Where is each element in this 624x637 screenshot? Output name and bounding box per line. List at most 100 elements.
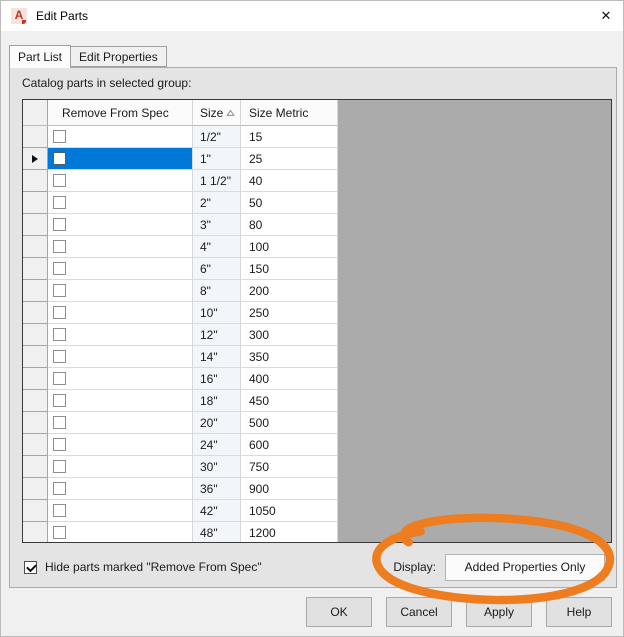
table-row[interactable]: 6" 150 (23, 258, 611, 280)
table-row[interactable]: 1/2" 15 (23, 126, 611, 148)
row-checkbox[interactable] (53, 526, 66, 539)
row-selector-cell[interactable] (23, 192, 48, 214)
table-row[interactable]: 42" 1050 (23, 500, 611, 522)
remove-from-spec-cell[interactable] (48, 214, 193, 236)
column-header-remove-from-spec[interactable]: Remove From Spec (48, 100, 193, 126)
row-selector-cell[interactable] (23, 522, 48, 542)
row-selector-cell[interactable] (23, 280, 48, 302)
table-row[interactable]: 48" 1200 (23, 522, 611, 542)
size-metric-cell[interactable]: 150 (241, 258, 338, 280)
table-row[interactable]: 4" 100 (23, 236, 611, 258)
size-cell[interactable]: 18" (193, 390, 241, 412)
close-icon[interactable]: ✕ (589, 1, 623, 31)
remove-from-spec-cell[interactable] (48, 236, 193, 258)
row-selector-cell[interactable] (23, 126, 48, 148)
row-checkbox[interactable] (53, 394, 66, 407)
size-cell[interactable]: 2" (193, 192, 241, 214)
size-metric-cell[interactable]: 500 (241, 412, 338, 434)
hide-parts-checkbox-group[interactable]: Hide parts marked "Remove From Spec" (24, 560, 262, 574)
size-cell[interactable]: 16" (193, 368, 241, 390)
row-selector-cell[interactable] (23, 478, 48, 500)
remove-from-spec-cell[interactable] (48, 126, 193, 148)
ok-button[interactable]: OK (306, 597, 372, 627)
row-checkbox[interactable] (53, 372, 66, 385)
size-cell[interactable]: 20" (193, 412, 241, 434)
size-cell[interactable]: 1/2" (193, 126, 241, 148)
table-row[interactable]: 3" 80 (23, 214, 611, 236)
remove-from-spec-cell[interactable] (48, 346, 193, 368)
remove-from-spec-cell[interactable] (48, 456, 193, 478)
size-cell[interactable]: 14" (193, 346, 241, 368)
size-cell[interactable]: 42" (193, 500, 241, 522)
row-selector-cell[interactable] (23, 500, 48, 522)
row-checkbox[interactable] (53, 262, 66, 275)
row-selector-cell[interactable] (23, 324, 48, 346)
remove-from-spec-cell[interactable] (48, 148, 193, 170)
row-checkbox[interactable] (53, 460, 66, 473)
row-selector-cell[interactable] (23, 346, 48, 368)
size-metric-cell[interactable]: 1050 (241, 500, 338, 522)
tab-edit-properties[interactable]: Edit Properties (71, 46, 167, 67)
column-header-size[interactable]: Size (193, 100, 241, 126)
table-row[interactable]: 16" 400 (23, 368, 611, 390)
size-metric-cell[interactable]: 80 (241, 214, 338, 236)
row-checkbox[interactable] (53, 504, 66, 517)
table-row[interactable]: 1 1/2" 40 (23, 170, 611, 192)
row-selector-cell[interactable] (23, 236, 48, 258)
hide-parts-checkbox[interactable] (24, 560, 37, 574)
remove-from-spec-cell[interactable] (48, 192, 193, 214)
size-metric-cell[interactable]: 200 (241, 280, 338, 302)
table-row[interactable]: 20" 500 (23, 412, 611, 434)
size-metric-cell[interactable]: 900 (241, 478, 338, 500)
row-selector-cell[interactable] (23, 412, 48, 434)
row-checkbox[interactable] (53, 196, 66, 209)
remove-from-spec-cell[interactable] (48, 368, 193, 390)
size-cell[interactable]: 36" (193, 478, 241, 500)
column-header-size-metric[interactable]: Size Metric (241, 100, 338, 126)
size-cell[interactable]: 1 1/2" (193, 170, 241, 192)
row-checkbox[interactable] (53, 350, 66, 363)
size-cell[interactable]: 8" (193, 280, 241, 302)
row-checkbox[interactable] (53, 306, 66, 319)
remove-from-spec-cell[interactable] (48, 324, 193, 346)
table-row[interactable]: 14" 350 (23, 346, 611, 368)
table-row[interactable]: 8" 200 (23, 280, 611, 302)
row-checkbox[interactable] (53, 284, 66, 297)
cancel-button[interactable]: Cancel (386, 597, 452, 627)
size-metric-cell[interactable]: 400 (241, 368, 338, 390)
remove-from-spec-cell[interactable] (48, 522, 193, 542)
size-metric-cell[interactable]: 40 (241, 170, 338, 192)
row-checkbox[interactable] (53, 416, 66, 429)
size-cell[interactable]: 48" (193, 522, 241, 542)
row-checkbox[interactable] (53, 152, 66, 165)
row-selector-cell[interactable] (23, 368, 48, 390)
size-cell[interactable]: 10" (193, 302, 241, 324)
remove-from-spec-cell[interactable] (48, 170, 193, 192)
row-selector-cell[interactable] (23, 258, 48, 280)
remove-from-spec-cell[interactable] (48, 500, 193, 522)
size-metric-cell[interactable]: 15 (241, 126, 338, 148)
row-checkbox[interactable] (53, 218, 66, 231)
size-metric-cell[interactable]: 600 (241, 434, 338, 456)
apply-button[interactable]: Apply (466, 597, 532, 627)
remove-from-spec-cell[interactable] (48, 412, 193, 434)
table-row[interactable]: 12" 300 (23, 324, 611, 346)
row-checkbox[interactable] (53, 240, 66, 253)
size-metric-cell[interactable]: 750 (241, 456, 338, 478)
size-metric-cell[interactable]: 450 (241, 390, 338, 412)
remove-from-spec-cell[interactable] (48, 434, 193, 456)
size-cell[interactable]: 4" (193, 236, 241, 258)
remove-from-spec-cell[interactable] (48, 258, 193, 280)
display-dropdown-button[interactable]: Added Properties Only (445, 553, 605, 581)
remove-from-spec-cell[interactable] (48, 390, 193, 412)
row-checkbox[interactable] (53, 438, 66, 451)
row-selector-cell[interactable] (23, 148, 48, 170)
size-metric-cell[interactable]: 300 (241, 324, 338, 346)
table-row[interactable]: 10" 250 (23, 302, 611, 324)
size-metric-cell[interactable]: 1200 (241, 522, 338, 542)
row-selector-cell[interactable] (23, 434, 48, 456)
table-row[interactable]: 18" 450 (23, 390, 611, 412)
row-checkbox[interactable] (53, 482, 66, 495)
size-cell[interactable]: 3" (193, 214, 241, 236)
row-selector-cell[interactable] (23, 456, 48, 478)
